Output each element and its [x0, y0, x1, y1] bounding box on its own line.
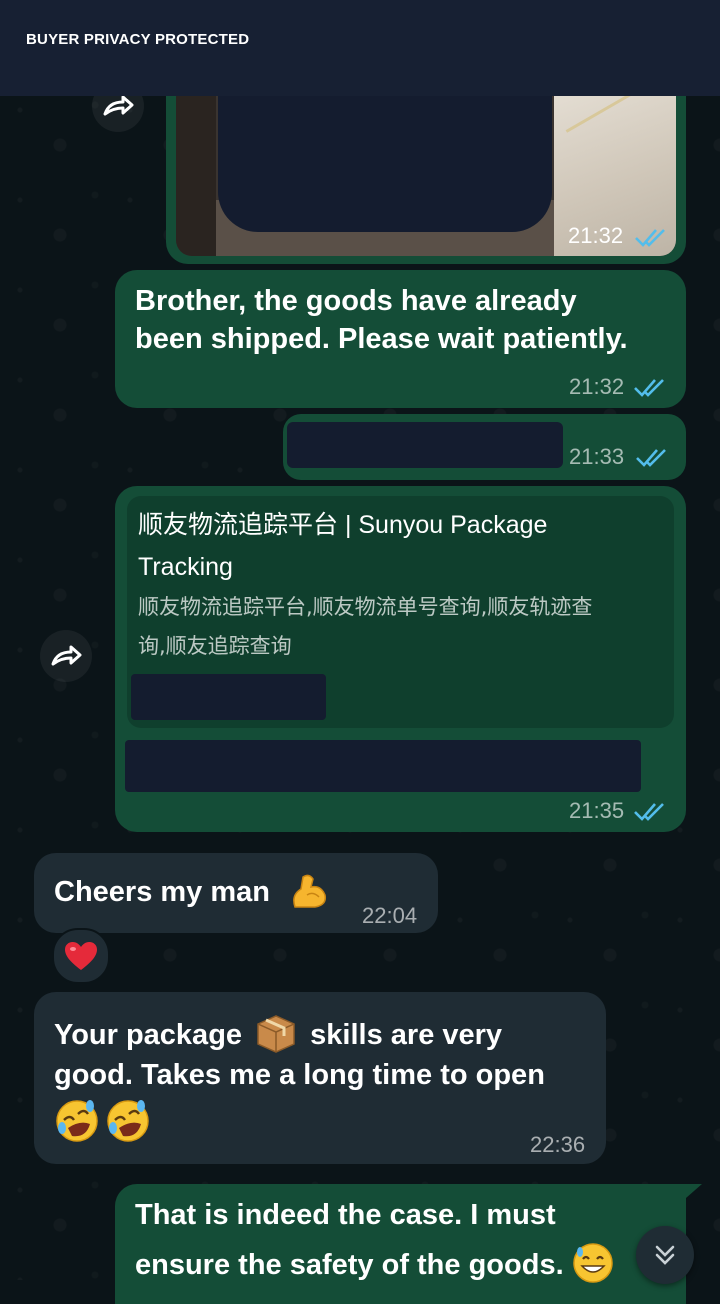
cheers-message[interactable]: Cheers my man 22:04	[34, 853, 438, 933]
forward-icon	[51, 645, 82, 666]
package-icon	[257, 1015, 295, 1053]
read-receipt-icon	[635, 229, 665, 247]
shipped-message[interactable]: Brother, the goods have already been shi…	[115, 270, 686, 408]
message-time: 21:33	[569, 444, 625, 469]
forward-icon	[103, 95, 134, 116]
link-message[interactable]: 顺友物流追踪平台 | Sunyou Package Tracking 顺友物流追…	[115, 486, 686, 832]
message-line-1: Your package skills are very	[54, 1010, 502, 1054]
message-time: 22:36	[530, 1132, 586, 1157]
privacy-label: BUYER PRIVACY PROTECTED	[26, 31, 250, 48]
link-preview-title: Tracking	[138, 553, 233, 581]
safety-message[interactable]: That is indeed the case. I must ensure t…	[115, 1184, 686, 1304]
redacted-text	[287, 422, 563, 468]
link-preview-description: 询,顺友追踪查询	[138, 634, 292, 658]
message-line-1: That is indeed the case. I must	[135, 1199, 556, 1231]
bubble-tail	[686, 1184, 702, 1198]
redacted-url	[131, 674, 326, 720]
rolling-on-floor-laughing-icon	[56, 1100, 98, 1142]
package-message[interactable]: Your package skills are very good. Takes…	[34, 992, 606, 1164]
message-time: 21:32	[568, 223, 624, 248]
message-time: 21:32	[569, 374, 625, 399]
message-time: 22:04	[362, 903, 418, 928]
message-line-2: been shipped. Please wait patiently.	[135, 323, 628, 355]
message-emoji-row	[54, 1098, 151, 1144]
image-message[interactable]: 21:32	[166, 70, 686, 264]
grinning-sweat-icon	[572, 1243, 613, 1283]
privacy-banner: BUYER PRIVACY PROTECTED	[0, 0, 720, 96]
reaction-badge[interactable]	[52, 928, 110, 984]
read-receipt-icon	[634, 379, 664, 397]
redacted-text	[125, 740, 641, 792]
red-heart-icon	[65, 942, 97, 970]
link-preview[interactable]: 顺友物流追踪平台 | Sunyou Package Tracking 顺友物流追…	[127, 496, 674, 728]
link-preview-description: 顺友物流追踪平台,顺友物流单号查询,顺友轨迹查	[138, 595, 593, 619]
forward-button[interactable]	[40, 630, 92, 682]
scroll-to-bottom-button[interactable]	[636, 1226, 694, 1284]
rolling-on-floor-laughing-icon	[107, 1100, 149, 1142]
redacted-message[interactable]: 21:33	[283, 414, 686, 480]
link-preview-title: 顺友物流追踪平台 | Sunyou Package	[138, 511, 548, 539]
read-receipt-icon	[636, 449, 666, 467]
flexed-biceps-icon	[293, 874, 327, 908]
read-receipt-icon	[634, 803, 664, 821]
double-chevron-down-icon	[655, 1245, 675, 1265]
message-line-1: Brother, the goods have already	[135, 285, 577, 317]
message-line-2: ensure the safety of the goods.	[135, 1242, 614, 1284]
message-line-2: good. Takes me a long time to open	[54, 1059, 545, 1091]
message-text: Cheers my man	[54, 876, 270, 908]
message-time: 21:35	[569, 798, 625, 823]
